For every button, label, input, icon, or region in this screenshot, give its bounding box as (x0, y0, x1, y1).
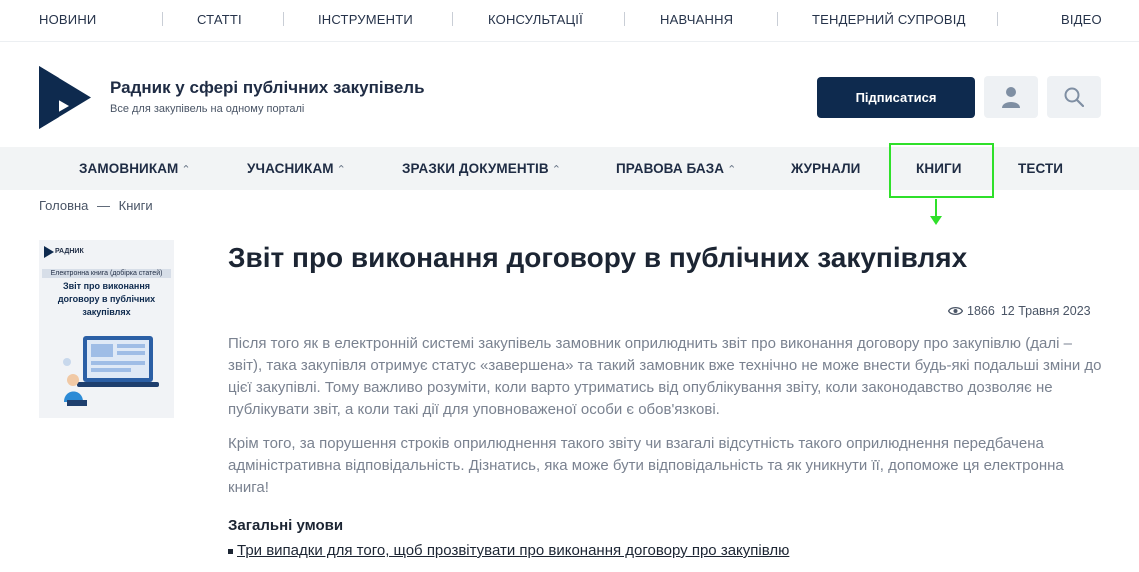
menu-tests[interactable]: ТЕСТИ (1018, 161, 1063, 176)
menu-legal-base[interactable]: ПРАВОВА БАЗА ⌃ (616, 161, 736, 176)
top-nav-news[interactable]: НОВИНИ (39, 12, 96, 27)
menu-journals[interactable]: ЖУРНАЛИ (791, 161, 860, 176)
menu-participants[interactable]: УЧАСНИКАМ ⌃ (247, 161, 346, 176)
chevron-up-icon: ⌃ (727, 164, 737, 176)
breadcrumb: Головна — Книги (39, 198, 158, 213)
article-title: Звіт про виконання договору в публічних … (228, 242, 968, 273)
top-nav-training[interactable]: НАВЧАННЯ (660, 12, 733, 27)
chevron-up-icon: ⌃ (336, 164, 346, 176)
divider (997, 12, 998, 26)
top-nav-consultations[interactable]: КОНСУЛЬТАЦІЇ (488, 12, 583, 27)
site-logo[interactable] (39, 66, 91, 129)
breadcrumb-home[interactable]: Головна (39, 198, 88, 213)
article-paragraph: Крім того, за порушення строків оприлюдн… (228, 435, 1064, 496)
article-paragraph: Після того як в електронній системі заку… (228, 335, 1102, 418)
divider (624, 12, 625, 26)
cover-band: Електронна книга (добірка статей) (42, 269, 171, 278)
divider (452, 12, 453, 26)
menu-document-samples[interactable]: ЗРАЗКИ ДОКУМЕНТІВ ⌃ (402, 161, 561, 176)
menu-customers[interactable]: ЗАМОВНИКАМ ⌃ (79, 161, 191, 176)
cover-brand: РАДНИК (55, 248, 84, 255)
top-nav: НОВИНИ СТАТТІ ІНСТРУМЕНТИ КОНСУЛЬТАЦІЇ Н… (0, 0, 1139, 42)
views-count: 1866 (967, 304, 995, 318)
logo-icon (44, 246, 54, 258)
site-subtitle: Все для закупівель на одному порталі (110, 103, 305, 115)
chevron-up-icon: ⌃ (551, 164, 562, 176)
top-nav-tender-support[interactable]: ТЕНДЕРНИЙ СУПРОВІД (812, 12, 966, 27)
highlight-box (889, 143, 994, 198)
account-button[interactable] (984, 76, 1038, 118)
site-title[interactable]: Радник у сфері публічних закупівель (110, 78, 425, 98)
search-icon (1064, 87, 1084, 107)
user-icon (1002, 87, 1020, 108)
top-nav-video[interactable]: ВІДЕО (1061, 12, 1102, 27)
divider (777, 12, 778, 26)
divider (283, 12, 284, 26)
top-nav-tools[interactable]: ІНСТРУМЕНТИ (318, 12, 413, 27)
cover-title: Звіт про виконання договору в публічних … (57, 281, 156, 317)
article-meta: 1866 12 Травня 2023 (948, 304, 1091, 318)
eye-icon (948, 306, 963, 316)
search-button[interactable] (1047, 76, 1101, 118)
breadcrumb-current[interactable]: Книги (119, 198, 153, 213)
arrow-down-icon (930, 216, 942, 225)
list-item: Три випадки для того, щоб прозвітувати п… (228, 542, 789, 559)
laptop-illustration (63, 336, 159, 406)
content-link[interactable]: Три випадки для того, щоб прозвітувати п… (237, 542, 789, 559)
section-heading: Загальні умови (228, 517, 344, 534)
top-nav-articles[interactable]: СТАТТІ (197, 12, 242, 27)
bullet (228, 548, 233, 554)
book-cover[interactable]: РАДНИК Електронна книга (добірка статей)… (39, 240, 174, 418)
subscribe-button[interactable]: Підписатися (817, 77, 975, 118)
divider (162, 12, 163, 26)
publish-date: 12 Травня 2023 (1000, 304, 1091, 318)
chevron-up-icon: ⌃ (181, 164, 191, 176)
breadcrumb-separator: — (97, 198, 111, 213)
